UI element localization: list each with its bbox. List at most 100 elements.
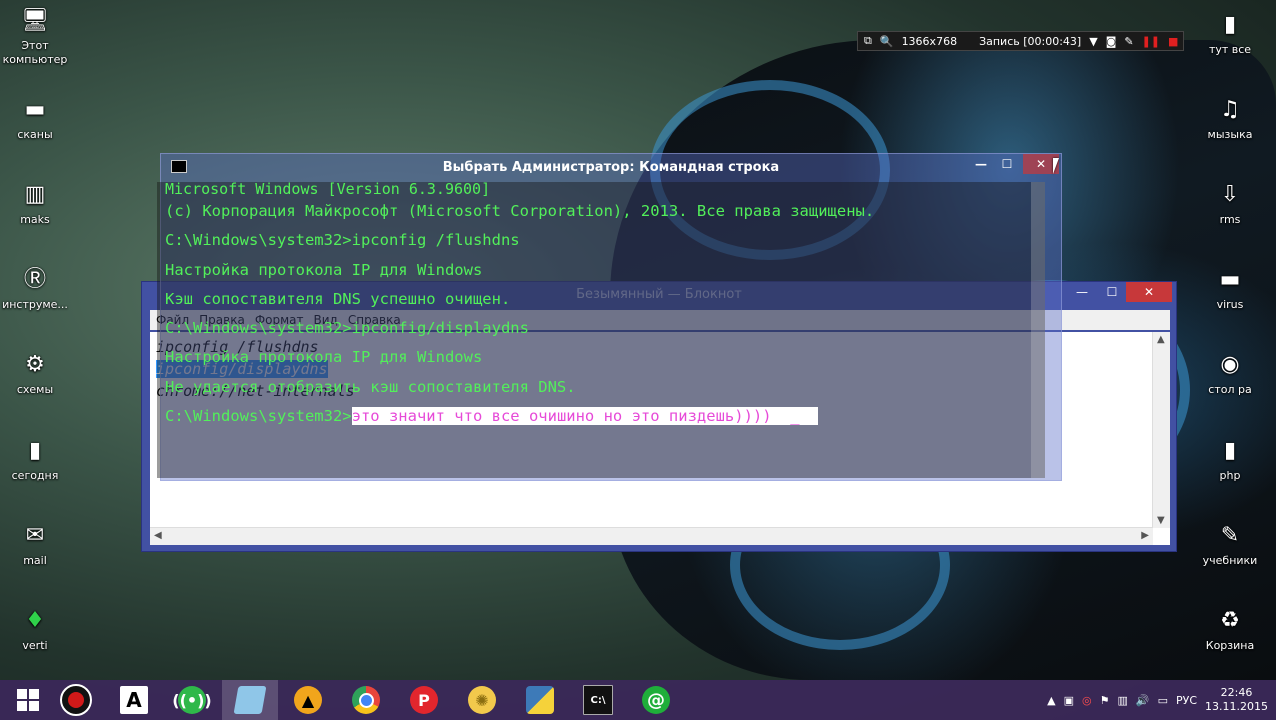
scanner-icon: ▬ bbox=[24, 97, 46, 122]
taskbar-lemon[interactable]: ✺ bbox=[454, 680, 510, 720]
taskbar-mail-agent[interactable]: @ bbox=[628, 680, 684, 720]
pencil-icon[interactable]: ✎ bbox=[1124, 35, 1133, 48]
window-mode-icon[interactable]: ⧉ bbox=[864, 34, 872, 48]
taskbar-aimp[interactable]: ▲ bbox=[280, 680, 336, 720]
desktop-icon-rms[interactable]: ⇩ rms bbox=[1195, 180, 1265, 227]
citrus-icon: ✺ bbox=[468, 686, 496, 714]
taskbar-pinterest[interactable]: P bbox=[396, 680, 452, 720]
tray-record-icon[interactable]: ◎ bbox=[1082, 694, 1092, 707]
triangle-icon: ▲ bbox=[294, 686, 322, 714]
desktop-icon-this-computer[interactable]: 🖥 Этот компьютер bbox=[0, 6, 70, 67]
camera-icon[interactable]: ◙ bbox=[1106, 35, 1117, 48]
vertical-scrollbar[interactable]: ▲ ▼ bbox=[1152, 332, 1170, 528]
desktop-icon-label: verti bbox=[22, 639, 48, 652]
console-icon: C:\ bbox=[583, 685, 613, 715]
desktop-icon-label: Корзина bbox=[1205, 639, 1255, 652]
desktop-icon-tools[interactable]: Ⓡ инструме... bbox=[0, 265, 70, 312]
tray-language[interactable]: РУС bbox=[1176, 694, 1197, 707]
drive-icon: ▬ bbox=[1219, 267, 1241, 292]
cmd-title: Выбрать Администратор: Командная строка bbox=[442, 160, 780, 175]
desktop-icon-label: Этот компьютер bbox=[2, 39, 68, 66]
pause-icon[interactable]: ❚❚ bbox=[1142, 35, 1160, 48]
scroll-up-icon[interactable]: ▲ bbox=[1157, 334, 1165, 345]
cmd-scrollbar[interactable] bbox=[1031, 182, 1045, 478]
mouse-cursor-icon bbox=[1053, 158, 1065, 174]
scroll-right-icon[interactable]: ▶ bbox=[1141, 530, 1149, 541]
cmd-line: Кэш сопоставителя DNS успешно очищен. bbox=[165, 289, 511, 308]
taskbar-chrome[interactable] bbox=[338, 680, 394, 720]
desktop-icon-label: rms bbox=[1219, 213, 1241, 226]
desktop-icon-label: сегодня bbox=[11, 469, 59, 482]
scroll-down-icon[interactable]: ▼ bbox=[1157, 515, 1165, 526]
maximize-button[interactable]: ☐ bbox=[993, 154, 1021, 174]
taskbar-python[interactable] bbox=[512, 680, 568, 720]
desktop-icon-label: virus bbox=[1216, 298, 1244, 311]
taskbar: A ((•)) ▲ P ✺ C:\ @ ▲ ▣ ◎ ⚑ ▥ 🔊 ▭ РУС 22… bbox=[0, 680, 1276, 720]
desktop-icon-music[interactable]: ♫ мызыка bbox=[1195, 95, 1265, 142]
scroll-left-icon[interactable]: ◀ bbox=[154, 530, 162, 541]
taskbar-recorder[interactable] bbox=[48, 680, 104, 720]
desktop-icon-label: mail bbox=[23, 554, 47, 567]
desktop-icon-label: тут все bbox=[1208, 43, 1252, 56]
desktop-icon-stol-ra[interactable]: ◉ стол ра bbox=[1195, 350, 1265, 397]
tools-icon: Ⓡ bbox=[23, 267, 46, 292]
tray-clock[interactable]: 22:46 13.11.2015 bbox=[1205, 686, 1268, 714]
cmd-line: C:\Windows\system32>ipconfig/displaydns bbox=[165, 319, 529, 338]
cmd-console[interactable]: Microsoft Windows [Version 6.3.9600] (c) … bbox=[157, 182, 1045, 478]
taskbar-notepad[interactable] bbox=[222, 680, 278, 720]
horizontal-scrollbar[interactable]: ◀ ▶ bbox=[150, 527, 1153, 545]
minimize-button[interactable]: — bbox=[1068, 282, 1096, 302]
system-tray: ▲ ▣ ◎ ⚑ ▥ 🔊 ▭ РУС 22:46 13.11.2015 bbox=[1047, 680, 1276, 720]
desktop-icon-label: учебники bbox=[1202, 554, 1258, 567]
broadcast-icon: ((•)) bbox=[172, 686, 212, 714]
desktop-icon-schemes[interactable]: ⚙ схемы bbox=[0, 350, 70, 397]
windows-logo-icon bbox=[17, 689, 39, 711]
cmd-titlebar[interactable]: Выбрать Администратор: Командная строка … bbox=[161, 154, 1061, 182]
mail-icon: ✉ bbox=[25, 523, 45, 548]
recorder-resolution: 1366x768 bbox=[901, 34, 958, 48]
tray-network-icon[interactable]: ▥ bbox=[1117, 694, 1127, 707]
desktop-icon-verti[interactable]: ♦ verti bbox=[0, 606, 70, 653]
chrome-icon bbox=[352, 686, 380, 714]
taskbar-radio[interactable]: ((•)) bbox=[164, 680, 220, 720]
maximize-button[interactable]: ☐ bbox=[1098, 282, 1126, 302]
cmd-line: C:\Windows\system32>ipconfig /flushdns bbox=[165, 231, 520, 250]
desktop-icon-maks[interactable]: ▥ maks bbox=[0, 180, 70, 227]
zoom-icon[interactable]: 🔍 bbox=[880, 35, 894, 48]
chevron-down-icon[interactable]: ▼ bbox=[1089, 35, 1097, 48]
tray-app-icon[interactable]: ▣ bbox=[1064, 694, 1074, 707]
desktop-icon-virus[interactable]: ▬ virus bbox=[1195, 265, 1265, 312]
tray-volume-icon[interactable]: 🔊 bbox=[1136, 694, 1150, 707]
desktop-icon-mail[interactable]: ✉ mail bbox=[0, 521, 70, 568]
p-icon: P bbox=[410, 686, 438, 714]
desktop-icon-label: php bbox=[1219, 469, 1241, 482]
cmd-line: Не удается отобразить кэш сопоставителя … bbox=[165, 377, 576, 396]
close-button[interactable]: ✕ bbox=[1126, 282, 1172, 302]
desktop-icon-label: инструме... bbox=[2, 298, 68, 311]
letter-a-icon: A bbox=[120, 686, 148, 714]
desktop-icon-tut-vse[interactable]: ▮ тут все bbox=[1195, 10, 1265, 57]
tray-power-icon[interactable]: ▭ bbox=[1158, 694, 1168, 707]
tray-flag-icon[interactable]: ⚑ bbox=[1100, 694, 1110, 707]
stop-icon[interactable]: ■ bbox=[1168, 35, 1178, 48]
desktop-icon-recycle-bin[interactable]: ♻ Корзина bbox=[1195, 606, 1265, 653]
taskbar-font-app[interactable]: A bbox=[106, 680, 162, 720]
cmd-output: Microsoft Windows [Version 6.3.9600] (c) … bbox=[165, 182, 874, 431]
desktop-icon-today[interactable]: ▮ сегодня bbox=[0, 436, 70, 483]
cmd-input-line: C:\Windows\system32>это значит что все о… bbox=[165, 402, 874, 431]
taskbar-cmd[interactable]: C:\ bbox=[570, 680, 626, 720]
cmd-cursor: _ bbox=[771, 407, 819, 426]
mouse-icon: ◉ bbox=[1220, 352, 1240, 377]
robot-icon: ⚙ bbox=[25, 352, 45, 377]
pen-icon: ✎ bbox=[1220, 523, 1240, 548]
download-icon: ⇩ bbox=[1220, 182, 1240, 207]
desktop-icon-scans[interactable]: ▬ сканы bbox=[0, 95, 70, 142]
desktop-icon-php[interactable]: ▮ php bbox=[1195, 436, 1265, 483]
computer-icon: 🖥 bbox=[21, 8, 49, 33]
tray-chevron-icon[interactable]: ▲ bbox=[1047, 694, 1055, 707]
desktop-icon-textbooks[interactable]: ✎ учебники bbox=[1195, 521, 1265, 568]
recycle-bin-icon: ♻ bbox=[1220, 608, 1240, 633]
notepad-icon bbox=[233, 686, 267, 714]
minimize-button[interactable]: — bbox=[967, 154, 995, 174]
recorder-status: Запись [00:00:43] bbox=[979, 34, 1082, 48]
